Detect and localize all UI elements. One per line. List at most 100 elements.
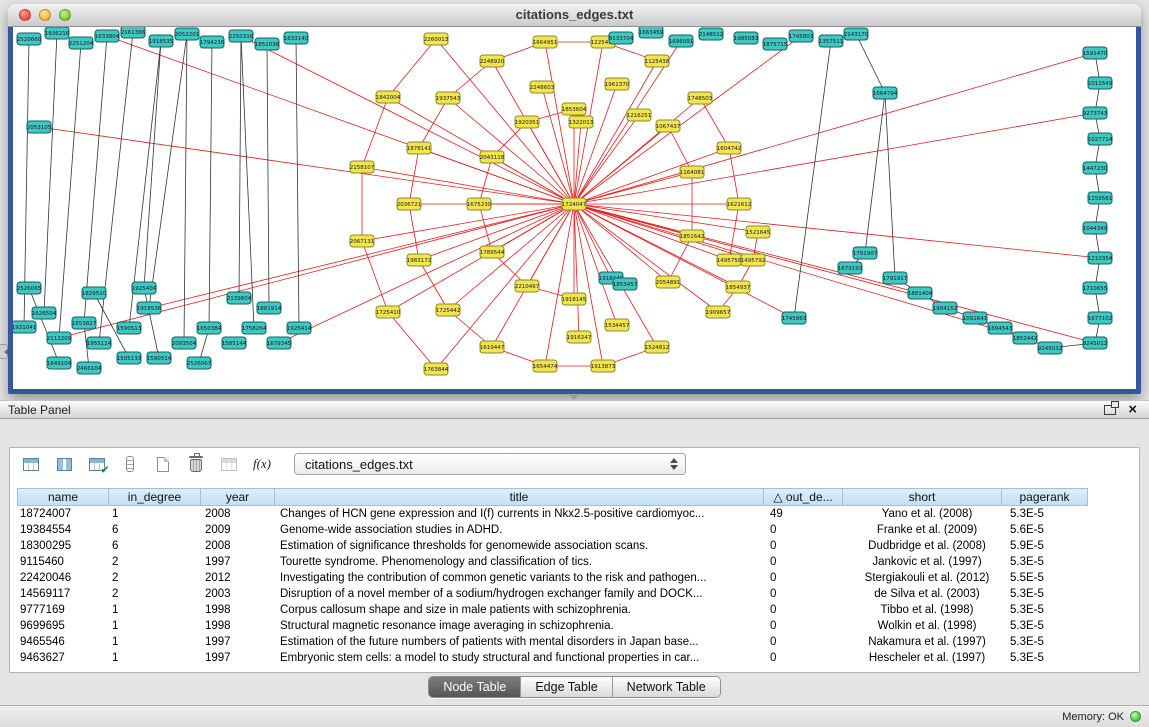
network-window-titlebar[interactable]: citations_edges.txt [8,4,1141,27]
graph-node[interactable]: 1791907 [853,247,878,259]
graph-node[interactable]: 1216251 [627,109,652,121]
graph-node[interactable]: 1633140 [284,32,309,44]
graph-node[interactable]: 1679193 [838,262,863,274]
graph-node[interactable]: 2526065 [17,282,42,294]
graph-node[interactable]: 2161366 [121,27,146,38]
graph-node[interactable]: 1937543 [436,92,461,104]
graph-node[interactable]: 1745803 [789,30,814,42]
graph-node[interactable]: 1758264 [242,322,267,334]
graph-node[interactable]: 9245032 [1038,342,1063,354]
column-header-name[interactable]: name [17,488,109,506]
graph-node[interactable]: 1091641 [963,312,988,324]
graph-node[interactable]: 2053105 [27,121,52,133]
graph-node[interactable]: 2260013 [424,33,449,45]
graph-node[interactable]: 1854937 [726,281,751,293]
show-columns-button[interactable] [51,452,77,476]
column-header-pagerank[interactable]: pagerank [1001,488,1088,506]
graph-node[interactable]: 2054891 [656,276,681,288]
graph-node[interactable]: 2520660 [17,33,42,45]
graph-node[interactable]: 1936216 [45,27,70,39]
graph-node[interactable]: 2093504 [172,337,197,349]
graph-node[interactable]: 1851642 [680,230,705,242]
graph-node[interactable]: 1853457 [613,278,638,290]
add-column-button[interactable]: ✔ [84,452,110,476]
graph-node[interactable]: 1322013 [569,116,594,128]
graph-node[interactable]: 1794236 [200,36,225,48]
graph-node[interactable]: 1878141 [407,142,432,154]
edit-rows-button[interactable] [117,452,143,476]
graph-node[interactable]: 1159581 [1088,192,1113,204]
graph-node[interactable]: 1694543 [988,322,1013,334]
graph-node[interactable]: 1763844 [424,363,449,375]
graph-node[interactable]: 9245012 [1083,337,1108,349]
graph-node[interactable]: 1745863 [782,312,807,324]
graph-node[interactable]: 1829510 [82,287,107,299]
graph-node[interactable]: 2036721 [397,198,422,210]
graph-node[interactable]: 1604742 [717,142,742,154]
graph-node[interactable]: 1447230 [1083,162,1108,174]
graph-node[interactable]: 1920351 [515,116,540,128]
graph-node[interactable]: 1357511 [819,35,844,47]
graph-node[interactable]: 1653827 [72,317,97,329]
table-row[interactable]: 977716911998Corpus callosum shape and si… [17,602,1139,618]
table-row[interactable]: 946362711997Embryonic stem cells: a mode… [17,650,1139,666]
control-panel-collapse-handle[interactable] [0,344,8,359]
graph-node[interactable]: 1875715 [763,38,788,50]
graph-node[interactable]: 8133704 [609,32,634,44]
tab-edge-table[interactable]: Edge Table [520,677,611,697]
column-header-in_degree[interactable]: in_degree [108,488,201,506]
table-row[interactable]: 1938455462009Genome-wide association stu… [17,522,1139,538]
graph-node[interactable]: 1881914 [257,302,282,314]
close-panel-icon[interactable]: × [1128,404,1137,416]
graph-node[interactable]: 1011549 [1088,77,1113,89]
delete-table-button[interactable] [183,452,209,476]
import-table-button[interactable] [216,452,242,476]
graph-node[interactable]: 2067131 [350,235,375,247]
table-row[interactable]: 946554611997Estimation of the future num… [17,634,1139,650]
graph-node[interactable]: 1853604 [562,103,587,115]
graph-node[interactable]: 1918145 [562,293,587,305]
graph-node[interactable]: 1585144 [222,337,247,349]
graph-node[interactable]: 1983172 [407,254,432,266]
graph-node[interactable]: 2043118 [480,151,505,163]
graph-node[interactable]: 2210467 [515,280,540,292]
zoom-window-button[interactable] [59,9,71,21]
graph-node[interactable]: 1904152 [933,302,958,314]
graph-node[interactable]: 1654474 [533,360,558,372]
graph-node[interactable]: 1748503 [688,92,713,104]
graph-node[interactable]: 1881404 [908,287,933,299]
graph-node[interactable]: 2466104 [77,362,102,374]
graph-node[interactable]: 1524812 [645,341,670,353]
float-panel-icon[interactable] [1104,405,1116,415]
graph-node[interactable]: 2248603 [530,81,555,93]
minimize-window-button[interactable] [39,9,51,21]
graph-node[interactable]: 1534457 [605,319,630,331]
graph-node[interactable]: 1696091 [669,35,694,47]
graph-node[interactable]: 1955124 [87,337,112,349]
graph-node[interactable]: 1677102 [1088,312,1113,324]
table-row[interactable]: 911546021997Tourette syndrome. Phenomeno… [17,554,1139,570]
graph-node[interactable]: 1925414 [287,322,312,334]
table-row[interactable]: 2242004622012Investigating the contribut… [17,570,1139,586]
graph-node[interactable]: 1621612 [727,198,752,210]
graph-node[interactable]: 1505133 [117,352,142,364]
graph-node[interactable]: 1164081 [680,166,705,178]
tab-node-table[interactable]: Node Table [429,677,520,697]
graph-node[interactable]: 1590514 [147,352,172,364]
graph-node[interactable]: 1842004 [376,91,401,103]
graph-node[interactable]: 9273743 [1083,107,1108,119]
column-header-title[interactable]: title [274,488,764,506]
graph-node[interactable]: 1067437 [656,120,681,132]
graph-node[interactable]: 2143170 [844,28,869,40]
graph-node[interactable]: 1679345 [267,337,292,349]
graph-node[interactable]: 1027714 [1088,133,1113,145]
graph-node[interactable]: 2250316 [229,30,254,42]
graph-node[interactable]: 1961370 [605,78,630,90]
column-header-short[interactable]: short [842,488,1002,506]
graph-node[interactable]: 1495758 [717,254,742,266]
table-row[interactable]: 1830029562008Estimation of significance … [17,538,1139,554]
graph-node[interactable]: 1918536 [137,302,162,314]
graph-node[interactable]: 2112209 [47,332,72,344]
memory-status-icon[interactable] [1130,711,1141,722]
graph-node[interactable]: 1663459 [639,27,664,38]
